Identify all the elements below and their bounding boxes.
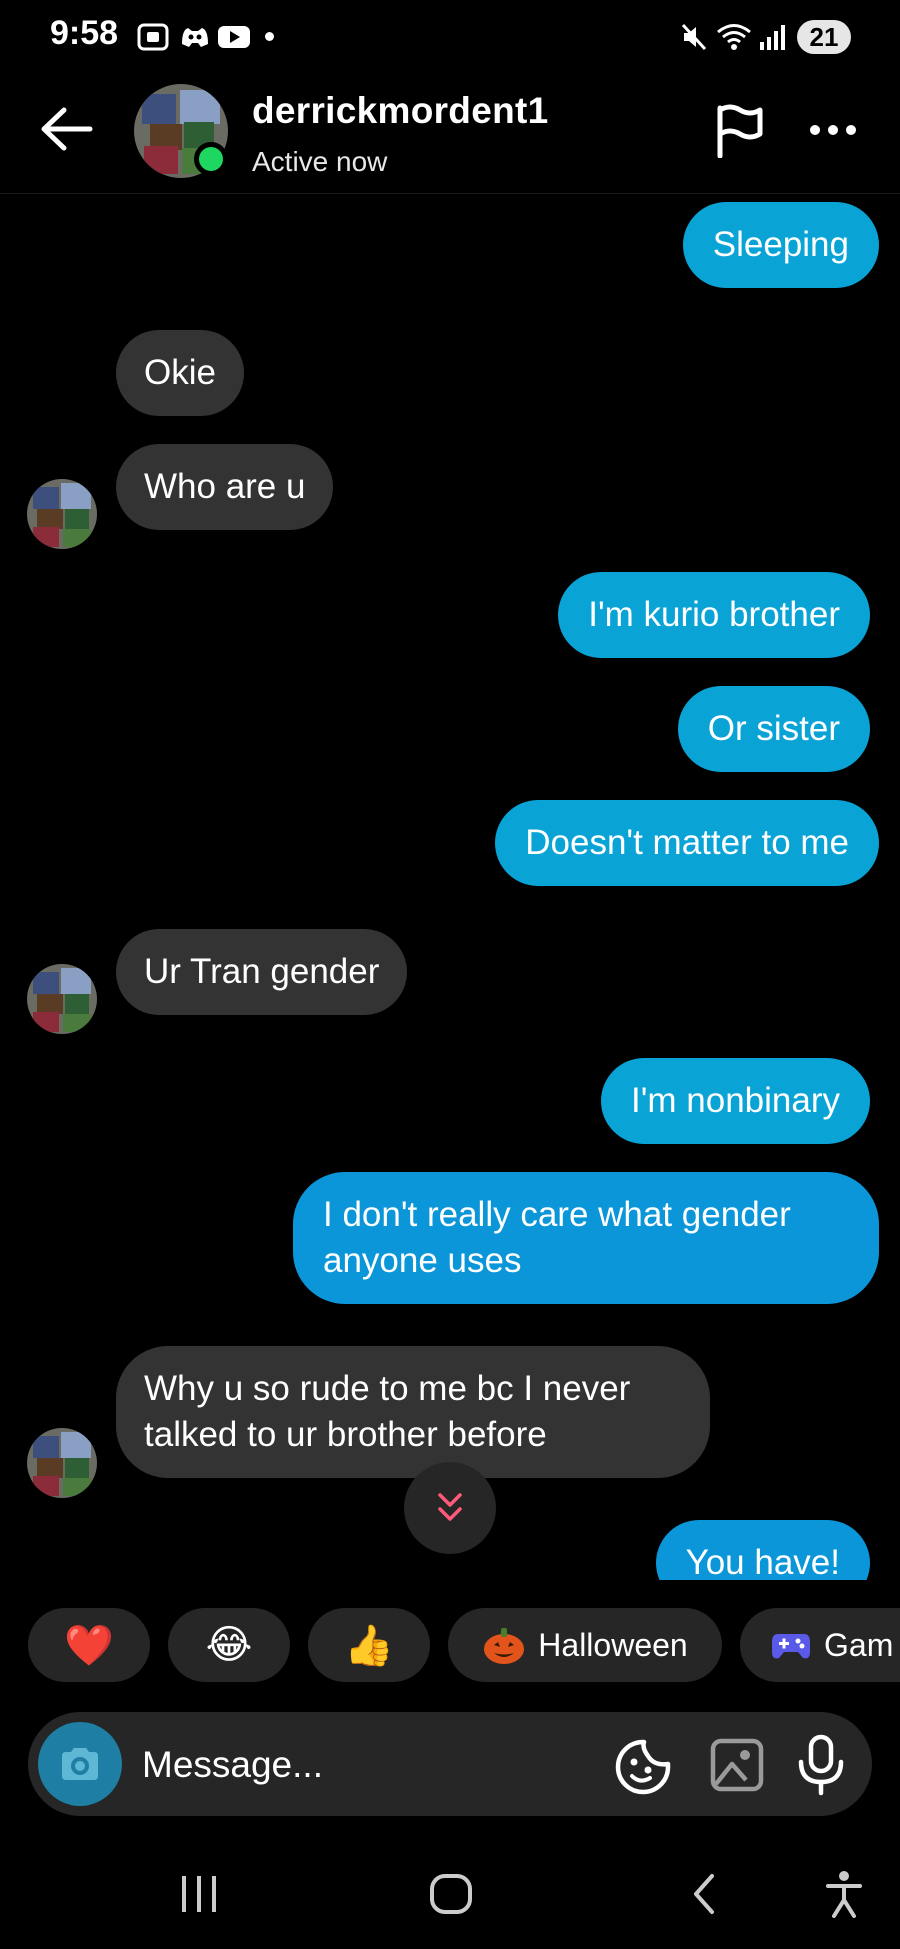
pumpkin-emoji-icon <box>484 1628 525 1664</box>
message-sent[interactable]: I'm nonbinary <box>600 1058 870 1144</box>
quick-reply-laughing[interactable]: 😂 <box>168 1608 290 1682</box>
back-icon[interactable] <box>686 1866 722 1922</box>
message-received[interactable]: Why u so rude to me bc I never talked to… <box>116 1346 710 1478</box>
quick-reply-halloween[interactable]: Halloween <box>448 1608 722 1682</box>
status-time: 9:58 <box>50 14 119 52</box>
wifi-icon <box>717 24 751 50</box>
message-sent[interactable]: I don't really care what gender anyone u… <box>293 1172 879 1304</box>
active-status-dot <box>194 142 228 176</box>
avatar[interactable] <box>27 479 97 549</box>
active-status: Active now <box>252 146 388 177</box>
games-label: Gam <box>824 1626 894 1663</box>
quick-reply-thumbs-up[interactable]: 👍 <box>308 1608 430 1682</box>
halloween-label: Halloween <box>538 1626 688 1663</box>
username[interactable]: derrickmordent1 <box>252 90 549 132</box>
avatar[interactable] <box>27 964 97 1034</box>
scroll-to-bottom-button[interactable] <box>404 1462 496 1554</box>
message-sent[interactable]: Doesn't matter to me <box>495 800 879 886</box>
message-received[interactable]: Who are u <box>116 444 334 530</box>
gallery-icon[interactable] <box>710 1738 764 1792</box>
recent-apps-icon[interactable] <box>176 1866 222 1922</box>
message-sent[interactable]: Or sister <box>677 686 870 772</box>
accessibility-icon[interactable] <box>822 1866 866 1922</box>
message-sent[interactable]: Sleeping <box>682 202 879 288</box>
battery-indicator: 21 <box>797 20 851 54</box>
home-icon[interactable] <box>426 1866 476 1922</box>
mute-icon <box>681 23 707 51</box>
message-received[interactable]: Okie <box>116 330 244 416</box>
heart-emoji-icon: ❤️ <box>64 1623 114 1668</box>
message-thread[interactable]: Sleeping Okie Who are u I'm kurio brothe… <box>0 194 900 1580</box>
flag-icon[interactable] <box>714 104 764 158</box>
gamepad-emoji-icon <box>772 1634 810 1659</box>
quick-reply-games[interactable]: Gam <box>740 1608 900 1682</box>
message-sent[interactable]: I'm kurio brother <box>558 572 870 658</box>
microphone-icon[interactable] <box>796 1734 846 1796</box>
laughing-emoji-icon: 😂 <box>205 1623 253 1667</box>
double-chevron-down-icon <box>438 1493 462 1521</box>
notification-dot-icon <box>265 32 274 41</box>
quick-reply-heart[interactable]: ❤️ <box>28 1608 150 1682</box>
message-input[interactable] <box>142 1735 592 1795</box>
sticker-icon[interactable] <box>614 1738 672 1796</box>
message-sent[interactable]: You have! <box>655 1520 870 1580</box>
avatar[interactable] <box>27 1428 97 1498</box>
signal-icon <box>760 25 785 50</box>
more-options-icon[interactable] <box>808 118 858 142</box>
youtube-icon <box>218 26 250 48</box>
back-arrow-icon[interactable] <box>38 106 94 152</box>
message-received[interactable]: Ur Tran gender <box>116 929 408 1015</box>
thumbs-up-emoji-icon: 👍 <box>344 1623 394 1668</box>
camera-button[interactable] <box>38 1722 122 1806</box>
screenshot-icon <box>137 23 169 51</box>
camera-icon <box>62 1748 98 1780</box>
discord-icon <box>182 28 208 47</box>
